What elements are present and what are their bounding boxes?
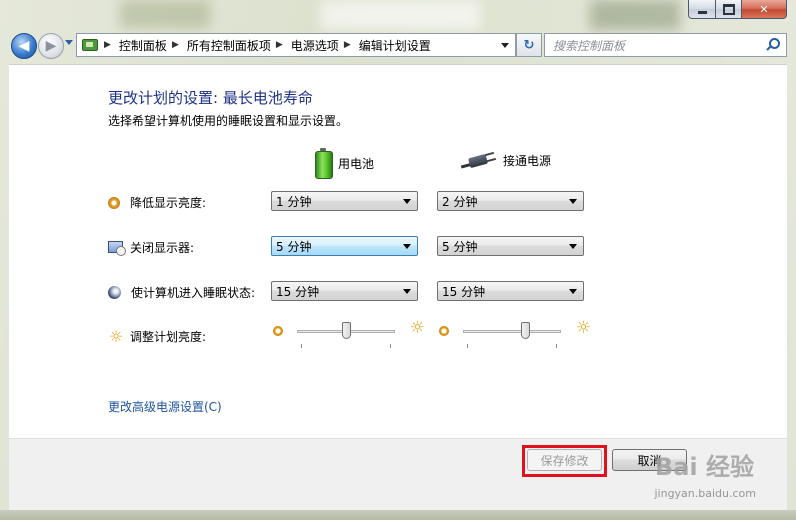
address-bar[interactable]: ▶ 控制面板 ▶ 所有控制面板项 ▶ 电源选项 ▶ 编辑计划设置 (76, 33, 516, 57)
breadcrumb-control-panel[interactable]: 控制面板 (119, 37, 167, 54)
search-icon[interactable] (766, 38, 780, 52)
sleep-icon (108, 286, 121, 299)
back-arrow-icon: ◀ (18, 38, 30, 54)
main-content: 更改计划的设置: 最长电池寿命 选择希望计算机使用的睡眠设置和显示设置。 用电池… (9, 64, 787, 439)
row-label: 使计算机进入睡眠状态: (131, 286, 256, 300)
power-plug-icon (460, 148, 497, 172)
dim-icon (108, 196, 120, 209)
breadcrumb-separator-icon[interactable]: ▶ (172, 40, 179, 50)
dim-display-plugged-select[interactable]: 2 分钟 (437, 191, 584, 211)
slider-track[interactable] (463, 330, 561, 333)
back-button[interactable]: ◀ (11, 33, 37, 59)
watermark-url: jingyan.baidu.com (654, 487, 756, 500)
sleep-plugged-select[interactable]: 15 分钟 (437, 281, 584, 301)
slider-thumb[interactable] (520, 322, 530, 339)
select-value: 1 分钟 (276, 194, 312, 209)
minimize-button[interactable] (688, 0, 716, 19)
maximize-icon (722, 3, 735, 15)
chevron-down-icon (569, 288, 577, 294)
forward-button[interactable]: ▶ (38, 33, 64, 59)
close-button[interactable]: ✕ (742, 0, 787, 19)
column-label-plugged: 接通电源 (503, 153, 552, 168)
select-value: 2 分钟 (442, 194, 478, 209)
select-value: 15 分钟 (276, 284, 320, 299)
brightness-plugged-slider[interactable]: ☼ (439, 318, 591, 351)
battery-icon (314, 148, 333, 179)
turn-off-display-battery-select[interactable]: 5 分钟 (271, 236, 418, 256)
address-dropdown-icon[interactable] (501, 42, 509, 48)
recent-pages-dropdown[interactable] (65, 40, 73, 45)
slider-tick (556, 344, 557, 348)
bright-brightness-icon: ☼ (575, 318, 591, 338)
slider-tick (390, 344, 391, 348)
column-label-battery: 用电池 (338, 156, 375, 171)
breadcrumb-separator-icon[interactable]: ▶ (276, 40, 283, 50)
minimize-icon (697, 10, 707, 14)
chevron-down-icon (403, 198, 411, 204)
breadcrumb-separator-icon[interactable]: ▶ (104, 40, 111, 50)
dim-brightness-icon (439, 326, 449, 336)
row-label: 降低显示亮度: (130, 196, 207, 210)
maximize-button[interactable] (716, 0, 742, 19)
dim-brightness-icon (273, 326, 283, 336)
brightness-icon: ☼ (108, 326, 124, 346)
breadcrumb-power-options[interactable]: 电源选项 (291, 37, 339, 54)
refresh-button[interactable]: ↻ (516, 33, 542, 57)
breadcrumb-edit-plan[interactable]: 编辑计划设置 (359, 37, 431, 54)
row-turn-off-display: 关闭显示器: (108, 239, 194, 256)
slider-tick (301, 344, 302, 348)
chevron-down-icon (403, 243, 411, 249)
refresh-icon: ↻ (523, 37, 535, 53)
forward-arrow-icon: ▶ (45, 38, 57, 54)
page-title: 更改计划的设置: 最长电池寿命 (108, 89, 313, 107)
watermark-logo: Bai 经验 (654, 453, 754, 481)
highlight-box (522, 445, 607, 477)
chevron-down-icon (569, 198, 577, 204)
select-value: 15 分钟 (442, 284, 486, 299)
advanced-power-settings-link[interactable]: 更改高级电源设置(C) (108, 398, 222, 415)
search-box[interactable]: 搜索控制面板 (544, 33, 787, 57)
row-label: 关闭显示器: (130, 241, 195, 255)
select-value: 5 分钟 (276, 239, 312, 254)
select-value: 5 分钟 (442, 239, 478, 254)
column-header-plugged: 接通电源 (460, 148, 552, 172)
breadcrumb-separator-icon[interactable]: ▶ (344, 40, 351, 50)
breadcrumb-all-items[interactable]: 所有控制面板项 (187, 37, 271, 54)
page-subtitle: 选择希望计算机使用的睡眠设置和显示设置。 (108, 114, 349, 128)
row-dim-display: 降低显示亮度: (108, 194, 206, 211)
dim-display-battery-select[interactable]: 1 分钟 (271, 191, 418, 211)
sleep-battery-select[interactable]: 15 分钟 (271, 281, 418, 301)
brightness-battery-slider[interactable]: ☼ (273, 318, 425, 351)
slider-tick (467, 344, 468, 348)
row-brightness: ☼ 调整计划亮度: (108, 328, 206, 345)
row-sleep: 使计算机进入睡眠状态: (108, 284, 255, 301)
bright-brightness-icon: ☼ (409, 318, 425, 338)
navigation-bar: ◀ ▶ ▶ 控制面板 ▶ 所有控制面板项 ▶ 电源选项 ▶ 编辑计划设置 ↻ 搜… (9, 30, 787, 60)
close-icon: ✕ (759, 2, 769, 16)
chevron-down-icon (403, 288, 411, 294)
column-header-battery: 用电池 (314, 148, 375, 179)
search-input[interactable]: 搜索控制面板 (553, 37, 766, 54)
control-panel-icon (81, 36, 99, 54)
display-off-icon (108, 240, 126, 256)
window-bottom-border (0, 510, 796, 520)
chevron-down-icon (569, 243, 577, 249)
row-label: 调整计划亮度: (130, 330, 207, 344)
slider-thumb[interactable] (341, 322, 351, 339)
caption-buttons: ✕ (688, 0, 787, 19)
turn-off-display-plugged-select[interactable]: 5 分钟 (437, 236, 584, 256)
